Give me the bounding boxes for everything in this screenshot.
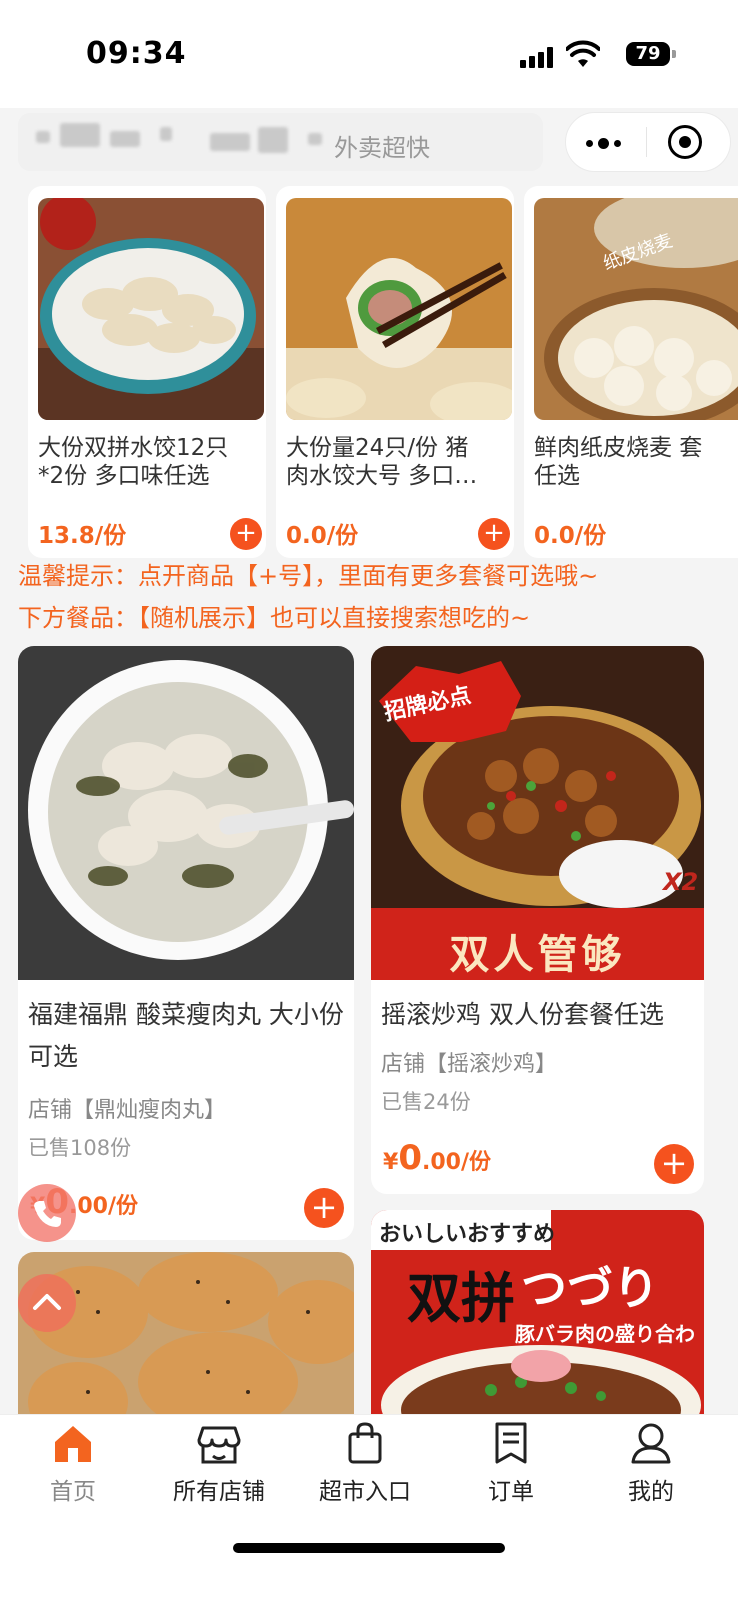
capsule-divider (646, 127, 647, 157)
banner-sub-text: 豚バラ肉の盛り合わ (515, 1322, 695, 1346)
tip-line: 温馨提示：点开商品【+号】，里面有更多套餐可选哦~ (18, 562, 599, 590)
phone-button[interactable] (18, 1184, 76, 1242)
blurred-text (258, 127, 288, 153)
tab-home[interactable]: 首页 (0, 1420, 146, 1506)
product-banner: 双人管够 (449, 932, 626, 978)
battery-indicator: 79 (626, 42, 670, 66)
shop-icon (197, 1426, 241, 1464)
signal-icon (520, 46, 554, 68)
sold-count: 已售24份 (381, 1090, 471, 1114)
tab-label: 订单 (488, 1479, 534, 1505)
product-name: 鲜肉纸皮烧麦 套 任选 (534, 435, 703, 489)
add-button[interactable]: + (230, 518, 262, 550)
battery-cap (672, 50, 676, 58)
home-icon (55, 1426, 91, 1462)
product-name: 福建福鼎 酸菜瘦肉丸 大小份可选 (28, 1000, 344, 1071)
product-card[interactable]: おいしいおすすめ 双拼 つづり 豚バラ肉の盛り合わ (371, 1210, 704, 1432)
tab-label: 首页 (50, 1479, 96, 1505)
tab-orders[interactable]: 订单 (438, 1420, 584, 1506)
home-indicator (233, 1543, 505, 1553)
blurred-text (210, 133, 250, 151)
blurred-text (160, 127, 172, 141)
product-image (38, 198, 264, 420)
shop-name: 店铺【鼎灿瘦肉丸】 (28, 1098, 227, 1123)
sold-count: 已售108份 (28, 1136, 132, 1160)
blurred-text (36, 131, 50, 143)
recommended-strip[interactable]: 大份双拼水饺12只 *2份 多口味任选 13.8/份 + 大份量24只/份 猪 … (0, 186, 738, 558)
wifi-icon (566, 40, 600, 67)
more-options-button[interactable] (578, 122, 640, 162)
tab-label: 超市入口 (319, 1479, 411, 1505)
search-hint: 外卖超快 (334, 134, 430, 162)
back-to-top-button[interactable] (18, 1274, 76, 1332)
product-name: 大份双拼水饺12只 *2份 多口味任选 (38, 435, 229, 489)
user-icon (631, 1423, 671, 1464)
phone-icon (34, 1201, 61, 1227)
add-button[interactable]: + (478, 518, 510, 550)
status-time: 09:34 (86, 36, 187, 71)
product-name: 大份量24只/份 猪 肉水饺大号 多口… (286, 435, 478, 489)
product-name: 摇滚炒鸡 双人份套餐任选 (381, 1000, 664, 1029)
blurred-text (308, 133, 322, 145)
product-card[interactable]: 大份双拼水饺12只 *2份 多口味任选 13.8/份 + (28, 186, 266, 558)
product-card[interactable]: 大份量24只/份 猪 肉水饺大号 多口… 0.0/份 + (276, 186, 514, 558)
shopping-bag-icon (348, 1422, 382, 1464)
product-price: 0.0/份 (286, 523, 359, 549)
product-card[interactable]: 纸皮烧麦 鲜肉纸皮烧麦 套 任选 0.0/份 (524, 186, 738, 558)
close-miniprogram-button[interactable] (668, 125, 702, 159)
banner-jp-text: つづり (521, 1261, 659, 1315)
chevron-up-icon (33, 1294, 61, 1310)
tab-all-shops[interactable]: 所有店铺 (146, 1420, 292, 1506)
product-card[interactable]: 招牌必点 X2 双人管够 摇滚炒鸡 双人份套餐任选 店铺【摇滚炒鸡】 已售24份… (371, 646, 704, 1194)
tip-line: 下方餐品：【随机展示】也可以直接搜索想吃的~ (18, 604, 531, 632)
add-button[interactable]: + (654, 1144, 694, 1184)
product-card[interactable]: 福建福鼎 酸菜瘦肉丸 大小份可选 店铺【鼎灿瘦肉丸】 已售108份 ¥0.00/… (18, 646, 354, 1240)
banner-top-text: おいしいおすすめ (379, 1222, 556, 1247)
blurred-text (110, 131, 140, 147)
quantity-tag: X2 (663, 868, 699, 896)
tab-label: 所有店铺 (173, 1479, 265, 1505)
tab-mine[interactable]: 我的 (578, 1420, 724, 1506)
order-icon (495, 1422, 527, 1464)
blurred-text (60, 123, 100, 147)
target-icon (679, 136, 691, 148)
product-price: ¥0.00/份 (383, 1138, 491, 1178)
tab-label: 我的 (628, 1479, 674, 1505)
banner-main-text: 双拼 (407, 1267, 515, 1330)
product-price: 0.0/份 (534, 523, 607, 549)
search-bar[interactable] (18, 113, 543, 171)
product-image: 纸皮烧麦 (534, 198, 738, 420)
product-price: 13.8/份 (38, 523, 127, 549)
tab-supermarket[interactable]: 超市入口 (292, 1420, 438, 1506)
product-image (286, 198, 512, 420)
product-image (18, 646, 354, 980)
add-button[interactable]: + (304, 1188, 344, 1228)
shop-name: 店铺【摇滚炒鸡】 (381, 1052, 558, 1077)
